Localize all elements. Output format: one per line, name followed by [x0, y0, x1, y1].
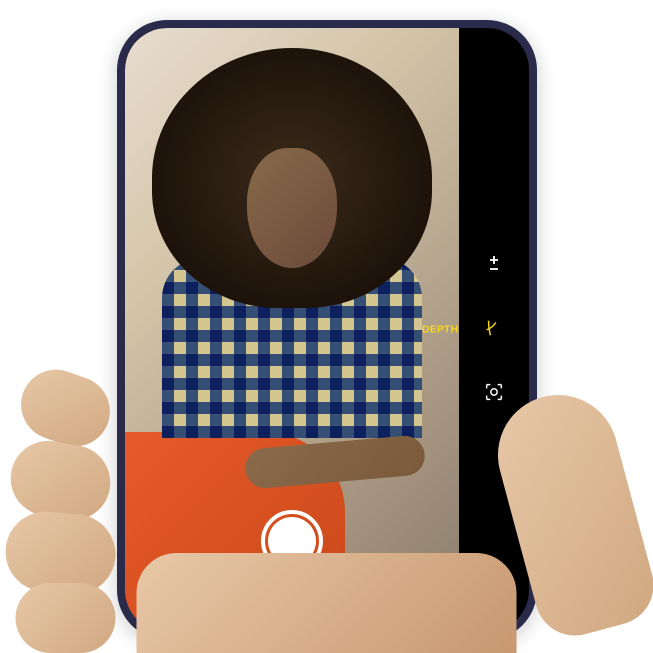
finger	[15, 583, 115, 653]
exposure-button[interactable]	[477, 249, 511, 283]
portrait-lighting-icon	[483, 381, 505, 408]
finger	[11, 360, 120, 457]
shutter-inner	[268, 517, 316, 565]
depth-label: DEPTH	[422, 325, 458, 336]
shutter-button[interactable]	[261, 510, 323, 572]
home-indicator[interactable]	[267, 618, 387, 622]
camera-side-controls: DEPTH	[459, 28, 529, 632]
lighting-button[interactable]	[477, 377, 511, 411]
finger	[4, 435, 116, 526]
aperture-icon	[483, 317, 505, 344]
phone-frame: DEPTH	[117, 20, 537, 640]
subject-face	[247, 148, 337, 268]
camera-screen: DEPTH	[125, 28, 529, 632]
finger	[2, 508, 119, 597]
plus-minus-icon	[484, 254, 504, 279]
aperture-button[interactable]	[477, 313, 511, 347]
